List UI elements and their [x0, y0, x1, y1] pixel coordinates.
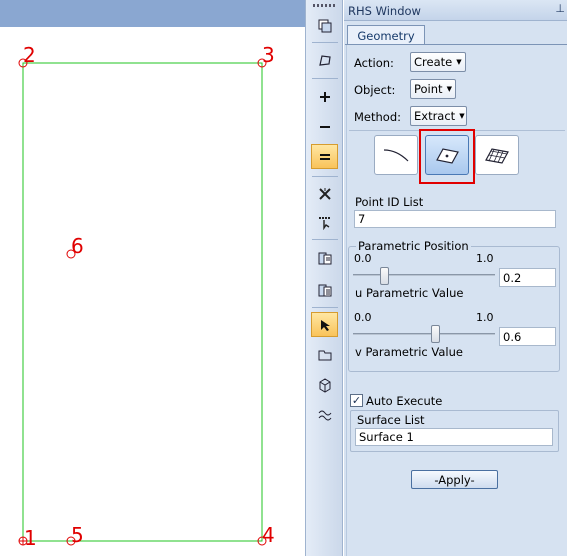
paste-button[interactable]	[311, 277, 338, 302]
object-value: Point	[414, 82, 443, 96]
u-parametric-label: u Parametric Value	[355, 286, 464, 300]
action-label: Action:	[354, 56, 394, 70]
point-1-label: 1	[24, 526, 37, 550]
point-5-label: 5	[71, 523, 84, 547]
v-value-input[interactable]: 0.6	[499, 327, 556, 346]
dropdown-arrow-icon: ▼	[459, 112, 465, 120]
cube-button[interactable]	[311, 372, 338, 397]
dropdown-arrow-icon: ▼	[456, 58, 462, 66]
selection-highlight	[419, 129, 475, 184]
auto-execute-label: Auto Execute	[366, 394, 443, 408]
v-slider-track[interactable]	[353, 333, 495, 335]
surface-list-input[interactable]: Surface 1	[355, 428, 553, 446]
curve-button[interactable]	[374, 135, 418, 175]
point-6-label: 6	[71, 234, 84, 258]
u-value-input[interactable]: 0.2	[499, 268, 556, 287]
shape-button[interactable]	[311, 48, 338, 73]
clipboard-button[interactable]	[311, 245, 338, 270]
point-id-input[interactable]: 7	[354, 210, 556, 228]
folder-button[interactable]	[311, 342, 338, 367]
clipboard-icon	[318, 252, 331, 264]
v-slider-thumb[interactable]	[431, 325, 440, 343]
paste-icon	[318, 284, 331, 296]
folder-icon	[318, 350, 331, 360]
vertical-toolbar	[305, 0, 343, 556]
v-min-label: 0.0	[354, 311, 372, 324]
action-value: Create	[414, 55, 453, 69]
fit-view-button[interactable]	[311, 144, 338, 169]
fit-view-icon	[319, 153, 330, 160]
v-parametric-label: v Parametric Value	[355, 345, 463, 359]
surface-outline	[22, 62, 263, 542]
point-3-label: 3	[262, 43, 275, 67]
v-max-label: 1.0	[476, 311, 494, 324]
point-4-label: 4	[262, 523, 275, 547]
mesh-surface-button[interactable]	[475, 135, 519, 175]
pick-icon	[318, 216, 331, 230]
u-max-label: 1.0	[476, 252, 494, 265]
cross-button[interactable]	[311, 181, 338, 206]
dropdown-arrow-icon: ▼	[446, 85, 452, 93]
geometry-canvas[interactable]: 1 2 3 4 5 6	[0, 0, 305, 556]
zoom-in-icon	[319, 91, 330, 102]
cube-icon	[319, 377, 330, 393]
u-slider-thumb[interactable]	[380, 267, 389, 285]
cross-icon	[318, 187, 331, 200]
action-dropdown[interactable]: Create ▼	[410, 52, 466, 72]
tab-geometry[interactable]: Geometry	[347, 25, 425, 45]
graphics-viewport[interactable]: 1 2 3 4 5 6	[0, 0, 305, 556]
rhs-title: RHS Window	[348, 4, 421, 18]
parametric-position-title: Parametric Position	[356, 239, 471, 253]
pin-icon[interactable]: ⊥	[555, 2, 565, 15]
u-min-label: 0.0	[354, 252, 372, 265]
mesh-surface-icon	[485, 148, 509, 164]
point-id-label: Point ID List	[355, 195, 424, 209]
toolbar-grip[interactable]	[313, 4, 337, 7]
pick-button[interactable]	[311, 209, 338, 234]
zoom-out-icon	[319, 125, 330, 128]
point-2-label: 2	[23, 43, 36, 67]
method-value: Extract	[414, 109, 456, 123]
rhs-title-bar: RHS Window ⊥	[344, 0, 567, 21]
curve-icon	[383, 149, 409, 162]
surface-list-label: Surface List	[357, 413, 425, 427]
select-arrow-button[interactable]	[311, 312, 338, 337]
auto-execute-checkbox[interactable]: ✓	[350, 394, 363, 407]
method-label: Method:	[354, 110, 402, 124]
wave-button[interactable]	[311, 402, 338, 427]
shape-icon	[318, 54, 331, 66]
copy-viewport-icon	[318, 19, 331, 32]
u-slider-track[interactable]	[353, 274, 495, 276]
method-dropdown[interactable]: Extract ▼	[410, 106, 467, 126]
object-label: Object:	[354, 83, 396, 97]
select-arrow-icon	[320, 319, 330, 331]
copy-viewport-button[interactable]	[311, 13, 338, 38]
object-dropdown[interactable]: Point ▼	[410, 79, 456, 99]
zoom-out-button[interactable]	[311, 114, 338, 139]
zoom-in-button[interactable]	[311, 84, 338, 109]
wave-icon	[318, 410, 331, 420]
apply-button[interactable]: -Apply-	[411, 470, 498, 489]
